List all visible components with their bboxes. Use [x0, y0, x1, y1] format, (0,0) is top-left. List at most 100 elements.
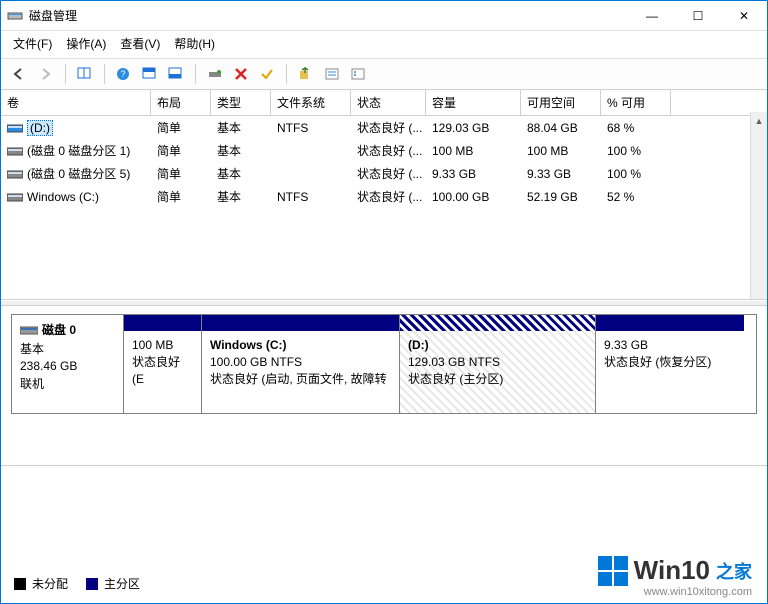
disk-graphic-pane: 磁盘 0 基本 238.46 GB 联机 100 MB状态良好 (EWindow… — [1, 306, 767, 466]
partition-size: 100.00 GB NTFS — [210, 354, 391, 371]
menubar: 文件(F) 操作(A) 查看(V) 帮助(H) — [1, 31, 767, 59]
close-button[interactable]: ✕ — [721, 1, 767, 31]
partition-block[interactable]: Windows (C:)100.00 GB NTFS状态良好 (启动, 页面文件… — [202, 315, 400, 413]
check-icon[interactable] — [256, 63, 278, 85]
properties-icon[interactable] — [321, 63, 343, 85]
toolbar: ? — [1, 59, 767, 90]
volume-type: 基本 — [211, 140, 271, 161]
col-layout[interactable]: 布局 — [151, 90, 211, 115]
watermark-brand1: Win10 — [634, 555, 710, 586]
toolbar-rescan-icon[interactable] — [74, 63, 96, 85]
disk-row: 磁盘 0 基本 238.46 GB 联机 100 MB状态良好 (EWindow… — [11, 314, 757, 414]
partition-stripe — [596, 315, 744, 331]
volume-name: Windows (C:) — [27, 190, 99, 204]
toolbar-separator — [104, 64, 105, 84]
partition-size: 100 MB — [132, 337, 193, 354]
disk-status: 联机 — [20, 375, 115, 392]
delete-icon[interactable] — [230, 63, 252, 85]
legend-unalloc-label: 未分配 — [32, 575, 68, 592]
partition-status: 状态良好 (主分区) — [408, 371, 587, 388]
maximize-button[interactable]: ☐ — [675, 1, 721, 31]
legend-unallocated: 未分配 — [14, 575, 68, 592]
scroll-up-icon[interactable]: ▲ — [751, 112, 767, 129]
volume-name: (磁盘 0 磁盘分区 1) — [27, 142, 130, 159]
volume-pctfree: 100 % — [601, 142, 671, 160]
volume-pctfree: 52 % — [601, 188, 671, 206]
view-top-icon[interactable] — [139, 63, 161, 85]
col-capacity[interactable]: 容量 — [426, 90, 521, 115]
legend: 未分配 主分区 — [14, 575, 140, 592]
partition-status: 状态良好 (恢复分区) — [604, 354, 736, 371]
menu-action[interactable]: 操作(A) — [66, 35, 106, 52]
volume-pctfree: 68 % — [601, 119, 671, 137]
partition-stripe — [400, 315, 595, 331]
col-pctfree[interactable]: % 可用 — [601, 90, 671, 115]
partition-status: 状态良好 (启动, 页面文件, 故障转 — [210, 371, 391, 388]
toolbar-separator — [195, 64, 196, 84]
disk-label[interactable]: 磁盘 0 基本 238.46 GB 联机 — [12, 315, 124, 413]
volume-fs — [271, 172, 351, 176]
volume-fs — [271, 149, 351, 153]
watermark-brand2: 之家 — [716, 558, 752, 584]
scrollbar[interactable]: ▲ — [750, 112, 767, 299]
menu-view[interactable]: 查看(V) — [120, 35, 160, 52]
windows-logo-icon — [598, 556, 628, 586]
volume-icon — [7, 145, 23, 157]
volume-pctfree: 100 % — [601, 165, 671, 183]
volume-free: 88.04 GB — [521, 119, 601, 137]
swatch-primary — [86, 578, 98, 590]
disk-name: 磁盘 0 — [42, 321, 76, 338]
col-type[interactable]: 类型 — [211, 90, 271, 115]
partition-body: (D:)129.03 GB NTFS状态良好 (主分区) — [400, 331, 595, 413]
partition-status: 状态良好 (E — [132, 354, 193, 388]
partition-body: Windows (C:)100.00 GB NTFS状态良好 (启动, 页面文件… — [202, 331, 399, 413]
volume-status: 状态良好 (... — [351, 186, 426, 207]
volume-name: (磁盘 0 磁盘分区 5) — [27, 165, 130, 182]
volume-icon — [7, 191, 23, 203]
volume-rows: (D:)简单基本NTFS状态良好 (...129.03 GB88.04 GB68… — [1, 116, 767, 208]
legend-primary: 主分区 — [86, 575, 140, 592]
volume-type: 基本 — [211, 117, 271, 138]
volume-layout: 简单 — [151, 163, 211, 184]
back-button[interactable] — [9, 63, 31, 85]
menu-file[interactable]: 文件(F) — [13, 35, 52, 52]
forward-button[interactable] — [35, 63, 57, 85]
volume-capacity: 9.33 GB — [426, 165, 521, 183]
col-volume[interactable]: 卷 — [1, 90, 151, 115]
help-icon[interactable]: ? — [113, 63, 135, 85]
titlebar: 磁盘管理 — ☐ ✕ — [1, 1, 767, 31]
toolbar-separator — [286, 64, 287, 84]
settings-icon[interactable] — [204, 63, 226, 85]
window-title: 磁盘管理 — [29, 7, 629, 24]
minimize-button[interactable]: — — [629, 1, 675, 31]
volume-layout: 简单 — [151, 117, 211, 138]
partition-body: 9.33 GB状态良好 (恢复分区) — [596, 331, 744, 413]
volume-icon — [7, 168, 23, 180]
volume-row[interactable]: (D:)简单基本NTFS状态良好 (...129.03 GB88.04 GB68… — [1, 116, 767, 139]
col-free[interactable]: 可用空间 — [521, 90, 601, 115]
volume-row[interactable]: (磁盘 0 磁盘分区 1)简单基本状态良好 (...100 MB100 MB10… — [1, 139, 767, 162]
volume-layout: 简单 — [151, 140, 211, 161]
volume-list-header: 卷 布局 类型 文件系统 状态 容量 可用空间 % 可用 — [1, 90, 767, 116]
window-buttons: — ☐ ✕ — [629, 1, 767, 31]
volume-row[interactable]: (磁盘 0 磁盘分区 5)简单基本状态良好 (...9.33 GB9.33 GB… — [1, 162, 767, 185]
partition-block[interactable]: 100 MB状态良好 (E — [124, 315, 202, 413]
view-bottom-icon[interactable] — [165, 63, 187, 85]
col-status[interactable]: 状态 — [351, 90, 426, 115]
volume-type: 基本 — [211, 186, 271, 207]
menu-help[interactable]: 帮助(H) — [174, 35, 215, 52]
partition-stripe — [124, 315, 201, 331]
swatch-unalloc — [14, 578, 26, 590]
volume-type: 基本 — [211, 163, 271, 184]
col-fs[interactable]: 文件系统 — [271, 90, 351, 115]
partition-size: 129.03 GB NTFS — [408, 354, 587, 371]
volume-fs: NTFS — [271, 188, 351, 206]
partition-block[interactable]: 9.33 GB状态良好 (恢复分区) — [596, 315, 744, 413]
volume-row[interactable]: Windows (C:)简单基本NTFS状态良好 (...100.00 GB52… — [1, 185, 767, 208]
volume-icon — [7, 122, 23, 134]
list-icon[interactable] — [347, 63, 369, 85]
partition-block[interactable]: (D:)129.03 GB NTFS状态良好 (主分区) — [400, 315, 596, 413]
volume-layout: 简单 — [151, 186, 211, 207]
extend-icon[interactable] — [295, 63, 317, 85]
watermark-url: www.win10xitong.com — [598, 586, 752, 598]
